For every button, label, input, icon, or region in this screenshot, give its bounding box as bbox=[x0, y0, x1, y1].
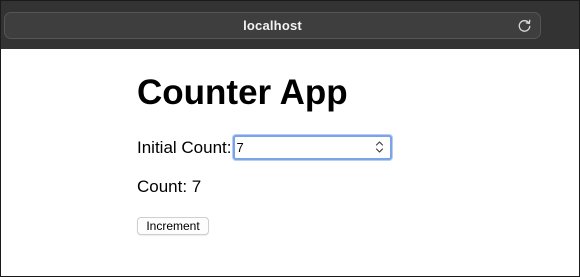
initial-count-input[interactable] bbox=[236, 137, 367, 158]
stepper-icon[interactable] bbox=[375, 140, 384, 154]
initial-count-field[interactable] bbox=[232, 135, 392, 160]
page-content: Counter App Initial Count: Count: 7 Incr… bbox=[1, 49, 579, 276]
browser-toolbar: localhost bbox=[1, 1, 579, 49]
address-bar[interactable]: localhost bbox=[4, 12, 541, 39]
initial-count-row: Initial Count: bbox=[137, 135, 392, 160]
url-text: localhost bbox=[243, 18, 302, 33]
browser-window: localhost Counter App Initial Count: Cou… bbox=[0, 0, 580, 277]
page-title: Counter App bbox=[137, 73, 348, 112]
count-display: Count: 7 bbox=[137, 177, 202, 196]
reload-icon[interactable] bbox=[517, 18, 532, 33]
initial-count-label: Initial Count: bbox=[137, 137, 232, 157]
increment-button[interactable]: Increment bbox=[137, 217, 209, 235]
